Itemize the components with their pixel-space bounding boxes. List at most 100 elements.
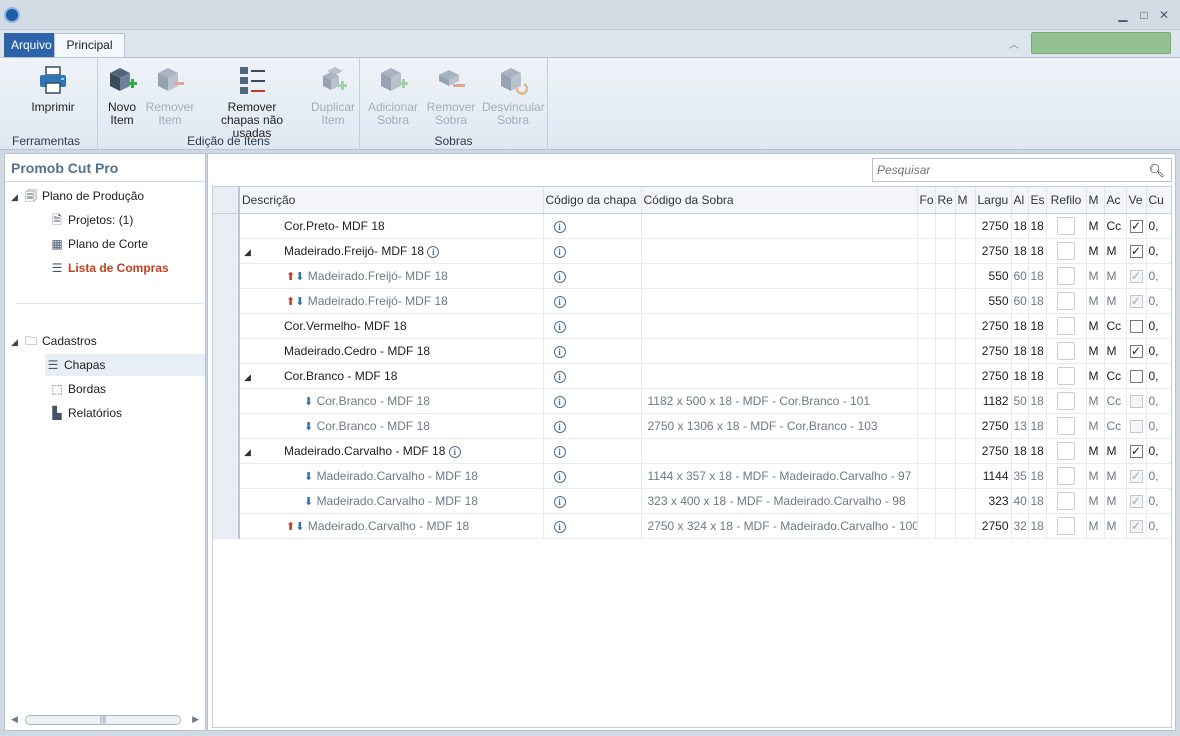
row-selector[interactable] bbox=[213, 238, 240, 264]
cell-refilo[interactable] bbox=[1046, 413, 1087, 439]
row-selector[interactable] bbox=[213, 438, 240, 464]
info-icon[interactable]: i bbox=[553, 345, 566, 358]
info-icon[interactable]: i bbox=[553, 520, 566, 533]
table-row[interactable]: ⬆⬇ Madeirado.Carvalho - MDF 18 i 2750 x 32… bbox=[213, 513, 1171, 539]
tree-item-plano-corte[interactable]: ▦ Plano de Corte bbox=[49, 233, 148, 255]
horizontal-scrollbar[interactable]: ◀ ||| ▶ bbox=[9, 713, 201, 727]
info-icon[interactable]: i bbox=[553, 245, 566, 258]
cell-refilo[interactable] bbox=[1046, 213, 1087, 239]
table-row[interactable]: ⬆⬇ Madeirado.Freijó- MDF 18 i 550 60 18 M M ✓ 0, bbox=[213, 288, 1171, 314]
cell-codigo-chapa[interactable]: i bbox=[543, 413, 642, 439]
column-header[interactable]: Ve bbox=[1126, 187, 1147, 214]
column-header[interactable]: Descrição bbox=[239, 187, 544, 214]
info-icon[interactable]: i bbox=[553, 295, 566, 308]
refilo-field[interactable] bbox=[1057, 291, 1075, 310]
cell-refilo[interactable] bbox=[1046, 263, 1087, 289]
row-selector[interactable] bbox=[213, 363, 240, 389]
table-row[interactable]: ◢ Cor.Branco - MDF 18 i 2750 18 18 M Cc 0, bbox=[213, 363, 1171, 389]
duplicar-item-button[interactable]: Duplicar Item bbox=[308, 64, 358, 127]
search-icon[interactable]: 🔍︎ bbox=[1148, 163, 1165, 179]
cell-veio[interactable] bbox=[1126, 413, 1147, 439]
column-header[interactable]: Código da Sobra bbox=[641, 187, 918, 214]
refilo-field[interactable] bbox=[1057, 391, 1075, 410]
table-row[interactable]: Madeirado.Cedro - MDF 18 i 2750 18 18 M M ✓ 0, bbox=[213, 338, 1171, 364]
veio-checkbox[interactable]: ✓ bbox=[1129, 269, 1143, 283]
info-icon[interactable]: i bbox=[553, 270, 566, 283]
cell-refilo[interactable] bbox=[1046, 238, 1087, 264]
veio-checkbox[interactable] bbox=[1129, 394, 1143, 408]
cell-codigo-chapa[interactable]: i bbox=[543, 513, 642, 539]
expand-icon[interactable]: ◢ bbox=[244, 372, 254, 383]
cell-codigo-chapa[interactable]: i bbox=[543, 263, 642, 289]
refilo-field[interactable] bbox=[1057, 416, 1075, 435]
cell-codigo-chapa[interactable]: i bbox=[543, 313, 642, 339]
adicionar-sobra-button[interactable]: Adicionar Sobra bbox=[366, 64, 420, 127]
tab-principal[interactable]: Principal bbox=[54, 33, 125, 57]
cell-refilo[interactable] bbox=[1046, 288, 1087, 314]
veio-checkbox[interactable]: ✓ bbox=[1129, 444, 1143, 458]
cell-codigo-chapa[interactable]: i bbox=[543, 288, 642, 314]
column-header[interactable]: Re bbox=[935, 187, 956, 214]
veio-checkbox[interactable]: ✓ bbox=[1129, 344, 1143, 358]
refilo-field[interactable] bbox=[1057, 366, 1075, 385]
column-header[interactable]: Es bbox=[1028, 187, 1047, 214]
refilo-field[interactable] bbox=[1057, 441, 1075, 460]
column-header[interactable]: Refilo bbox=[1046, 187, 1087, 214]
column-header[interactable]: Cu bbox=[1146, 187, 1171, 214]
info-icon[interactable]: i bbox=[553, 420, 566, 433]
tab-arquivo[interactable]: Arquivo bbox=[4, 33, 59, 57]
refilo-field[interactable] bbox=[1057, 466, 1075, 485]
expand-icon[interactable]: ◢ bbox=[244, 247, 254, 258]
refilo-field[interactable] bbox=[1057, 216, 1075, 235]
cell-refilo[interactable] bbox=[1046, 513, 1087, 539]
column-header[interactable]: Fo bbox=[917, 187, 936, 214]
info-icon[interactable]: i bbox=[553, 395, 566, 408]
info-icon[interactable]: i bbox=[427, 245, 440, 258]
maximize-icon[interactable]: □ bbox=[1137, 8, 1151, 22]
cell-codigo-chapa[interactable]: i bbox=[543, 363, 642, 389]
cell-veio[interactable] bbox=[1126, 388, 1147, 414]
cell-veio[interactable]: ✓ bbox=[1126, 263, 1147, 289]
tree-item-lista-compras[interactable]: ☰ Lista de Compras bbox=[49, 257, 169, 279]
veio-checkbox[interactable] bbox=[1129, 419, 1143, 433]
cell-veio[interactable]: ✓ bbox=[1126, 488, 1147, 514]
expand-icon[interactable]: ◢ bbox=[11, 331, 23, 353]
table-row[interactable]: ⬆⬇ Madeirado.Freijó- MDF 18 i 550 60 18 M M ✓ 0, bbox=[213, 263, 1171, 289]
cell-codigo-chapa[interactable]: i bbox=[543, 213, 642, 239]
veio-checkbox[interactable]: ✓ bbox=[1129, 469, 1143, 483]
info-icon[interactable]: i bbox=[553, 470, 566, 483]
cell-refilo[interactable] bbox=[1046, 463, 1087, 489]
cell-veio[interactable]: ✓ bbox=[1126, 288, 1147, 314]
info-icon[interactable]: i bbox=[553, 220, 566, 233]
tree-item-plano-producao[interactable]: ◢ 🗐 Plano de Produção bbox=[11, 185, 144, 207]
desvincular-sobra-button[interactable]: Desvincular Sobra bbox=[482, 64, 545, 127]
info-icon[interactable]: i bbox=[553, 445, 566, 458]
column-header[interactable]: Código da chapa bbox=[543, 187, 642, 214]
imprimir-button[interactable]: Imprimir bbox=[22, 64, 84, 114]
row-selector[interactable] bbox=[213, 313, 240, 339]
cell-veio[interactable]: ✓ bbox=[1126, 513, 1147, 539]
table-row[interactable]: ◢ Madeirado.Freijó- MDF 18 i i 2750 18 18 M M ✓ 0… bbox=[213, 238, 1171, 264]
tree-item-cadastros[interactable]: ◢ 🗀 Cadastros bbox=[11, 330, 97, 352]
scroll-left-icon[interactable]: ◀ bbox=[11, 714, 18, 725]
row-selector[interactable] bbox=[213, 263, 240, 289]
veio-checkbox[interactable] bbox=[1129, 319, 1143, 333]
info-icon[interactable]: i bbox=[553, 495, 566, 508]
veio-checkbox[interactable] bbox=[1129, 369, 1143, 383]
cell-codigo-chapa[interactable]: i bbox=[543, 388, 642, 414]
veio-checkbox[interactable]: ✓ bbox=[1129, 519, 1143, 533]
cell-refilo[interactable] bbox=[1046, 313, 1087, 339]
table-row[interactable]: ⬇ Madeirado.Carvalho - MDF 18 i 323 x 400 … bbox=[213, 488, 1171, 514]
refilo-field[interactable] bbox=[1057, 341, 1075, 360]
row-selector[interactable] bbox=[213, 413, 240, 439]
search-input[interactable] bbox=[873, 159, 1133, 181]
tree-item-projetos[interactable]: 🗎 Projetos: (1) bbox=[49, 209, 133, 231]
tree-item-bordas[interactable]: ⬚ Bordas bbox=[49, 378, 106, 400]
veio-checkbox[interactable]: ✓ bbox=[1129, 244, 1143, 258]
remover-item-button[interactable]: Remover Item bbox=[144, 64, 196, 127]
cell-codigo-chapa[interactable]: i bbox=[543, 463, 642, 489]
cell-veio[interactable]: ✓ bbox=[1126, 463, 1147, 489]
expand-icon[interactable]: ◢ bbox=[11, 186, 23, 208]
refilo-field[interactable] bbox=[1057, 241, 1075, 260]
info-icon[interactable]: i bbox=[448, 445, 461, 458]
